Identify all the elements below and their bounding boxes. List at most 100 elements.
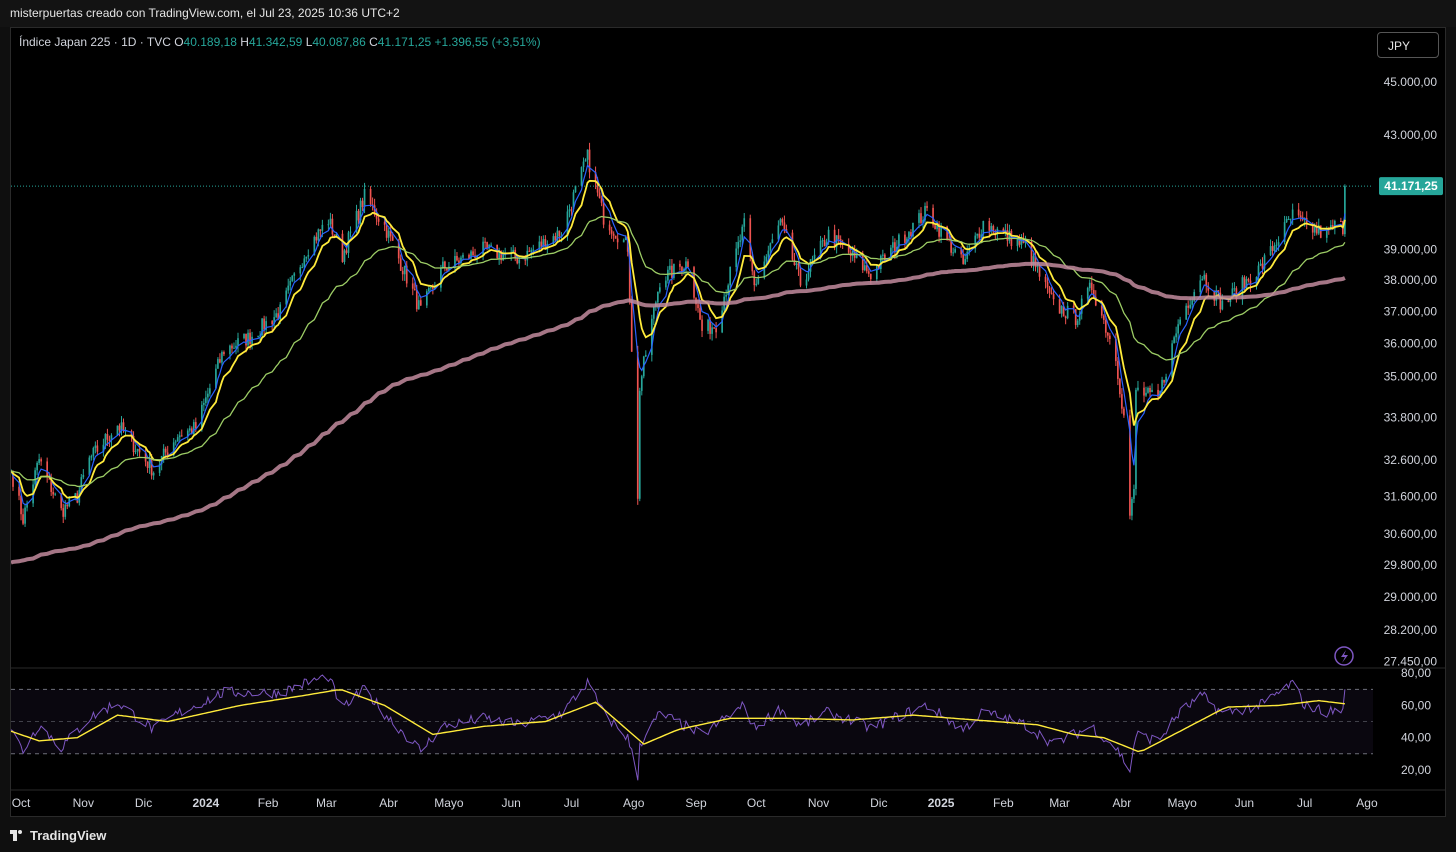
candle-body [659,287,661,292]
candle-body [401,270,404,275]
candle-body [108,439,111,441]
price-axis: 45.000,00 43.000,00 39.000,00 38.000,00 37.0… [1384,75,1438,669]
candle-body [146,461,149,468]
candle [293,272,296,282]
candle [881,249,884,262]
candle-body [711,327,713,334]
time-tick-label: Ago [1356,796,1378,810]
candle [735,241,738,272]
chart-canvas[interactable]: 45.000,00 43.000,00 39.000,00 38.000,00 37.0… [11,28,1445,816]
candle [369,186,372,207]
candle-body [813,254,816,259]
candle-body [516,257,519,264]
candle-body [82,474,85,478]
candle [622,238,625,243]
candle-body [582,161,585,168]
candle-body [174,441,177,443]
candle-body [1289,218,1292,220]
candle-body [120,422,123,431]
candle [616,233,619,250]
candle [1060,305,1063,318]
candle-body [926,205,928,208]
candle-body [363,189,366,208]
candle [134,444,137,455]
price-tick-label: 45.000,00 [1384,75,1438,89]
time-tick-label: Mar [1049,796,1070,810]
candle [257,335,259,338]
candle-body [223,352,225,355]
candle [823,235,826,247]
candle [990,222,993,234]
candle-body [1048,287,1051,293]
candle-body [1121,394,1123,409]
candle-body [94,445,97,449]
candle [120,416,123,436]
candle [40,457,42,466]
currency-button[interactable]: JPY [1377,32,1439,58]
candle-body [221,352,223,363]
candle-body [387,230,390,238]
price-tick-label: 29.000,00 [1384,590,1438,604]
candle [62,503,65,524]
candle-body [725,294,727,297]
candle-body [652,306,655,319]
candle-body [920,213,922,223]
candle-body [345,250,348,253]
moving-average-line [11,215,1346,488]
candle-body [46,461,49,477]
candle-body [1131,498,1133,516]
candle-body [417,300,420,310]
candle [755,278,758,287]
candle-body [38,459,40,463]
candle [243,333,245,340]
candle-body [679,263,681,267]
candle-body [1088,282,1091,289]
candle-body [530,249,533,252]
time-tick-label: Feb [993,796,1014,810]
time-tick-label: Ago [623,796,645,810]
candle-body [1151,389,1153,393]
candle-body [399,258,402,271]
moving-average-line [11,164,1346,506]
candle [188,425,191,433]
candle-body [687,261,689,268]
candle [315,232,318,244]
candle-body [1175,333,1177,338]
candle-body [793,259,796,265]
time-tick-label: Mar [316,796,337,810]
candle-body [34,470,36,485]
candle-body [735,248,738,268]
candle-body [771,239,774,244]
candle-body [584,159,587,162]
candle [1046,277,1049,294]
candle-body [976,233,979,236]
tradingview-logo[interactable]: TradingView [10,828,106,843]
candle [988,217,991,238]
candle [1179,316,1181,326]
candle [444,260,446,272]
candle-body [1145,392,1147,396]
candle-body [518,259,521,264]
candle-body [1133,488,1135,499]
candle-body [22,514,24,524]
candle [739,234,742,248]
candle-body [1273,245,1276,251]
candle-body [1060,306,1063,314]
candle [1340,217,1342,223]
candle [1006,223,1009,247]
candle [174,439,177,446]
time-tick-label: Jul [564,796,579,810]
candle-body [715,328,717,333]
candle-body [861,254,864,271]
candle-body [532,249,535,251]
candle [136,448,139,457]
candle-body [753,271,756,286]
candle-body [863,265,866,271]
candle [343,248,346,265]
candle-body [755,283,758,286]
chart-area[interactable]: 45.000,00 43.000,00 39.000,00 38.000,00 37.0… [10,27,1446,817]
lightning-icon-bolt [1341,650,1348,663]
candle-body [1076,320,1079,326]
candle-body [456,255,458,261]
candle-body [275,313,278,318]
